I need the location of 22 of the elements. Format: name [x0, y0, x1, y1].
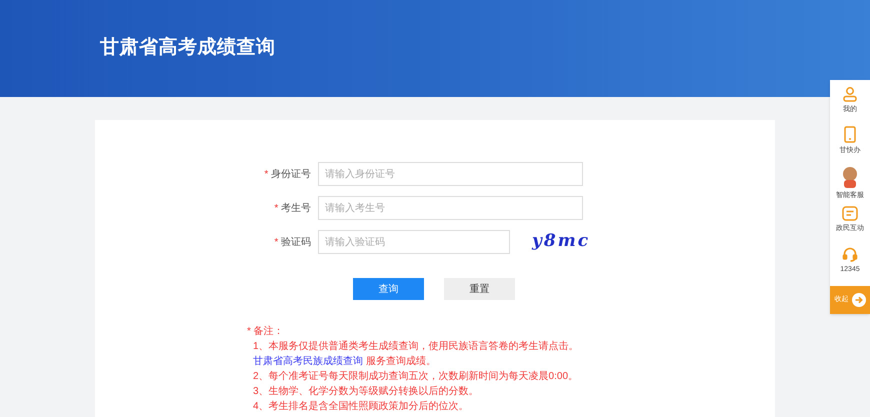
- arrow-right-icon: [852, 293, 866, 307]
- notes-title: * 备注：: [247, 324, 285, 339]
- avatar-icon: [840, 166, 860, 188]
- reset-button[interactable]: 重置: [444, 278, 515, 300]
- input-field[interactable]: 请输入考生号: [318, 196, 583, 220]
- message-icon: [842, 206, 858, 221]
- ethnic-score-link[interactable]: 甘肃省高考民族成绩查询: [253, 356, 363, 367]
- input-field[interactable]: 请输入身份证号: [318, 162, 583, 186]
- field-label: * 验证码: [273, 236, 312, 250]
- field-label: * 考生号: [273, 202, 312, 216]
- input-field[interactable]: 请输入验证码: [318, 230, 510, 254]
- note-text: 4、考生排名是含全国性照顾政策加分后的位次。: [252, 400, 470, 414]
- search-button[interactable]: 查询: [353, 278, 424, 300]
- note-text: 2、每个准考证号每天限制成功查询五次，次数刷新时间为每天凌晨0:00。: [252, 370, 580, 384]
- field-label: * 身份证号: [263, 168, 312, 182]
- headset-icon: [842, 246, 858, 262]
- page-title: 甘肃省高考成绩查询: [100, 36, 276, 60]
- tablet-icon: [843, 126, 857, 143]
- user-icon: [842, 86, 858, 102]
- note-text: 3、生物学、化学分数为等级赋分转换以后的分数。: [252, 384, 480, 399]
- captcha-image[interactable]: y8mc: [532, 229, 590, 255]
- note-text: 1、本服务仅提供普通类考生成绩查询，使用民族语言答卷的考生请点击。 甘肃省高考民族成绩查询 服务查询成绩。: [252, 340, 580, 369]
